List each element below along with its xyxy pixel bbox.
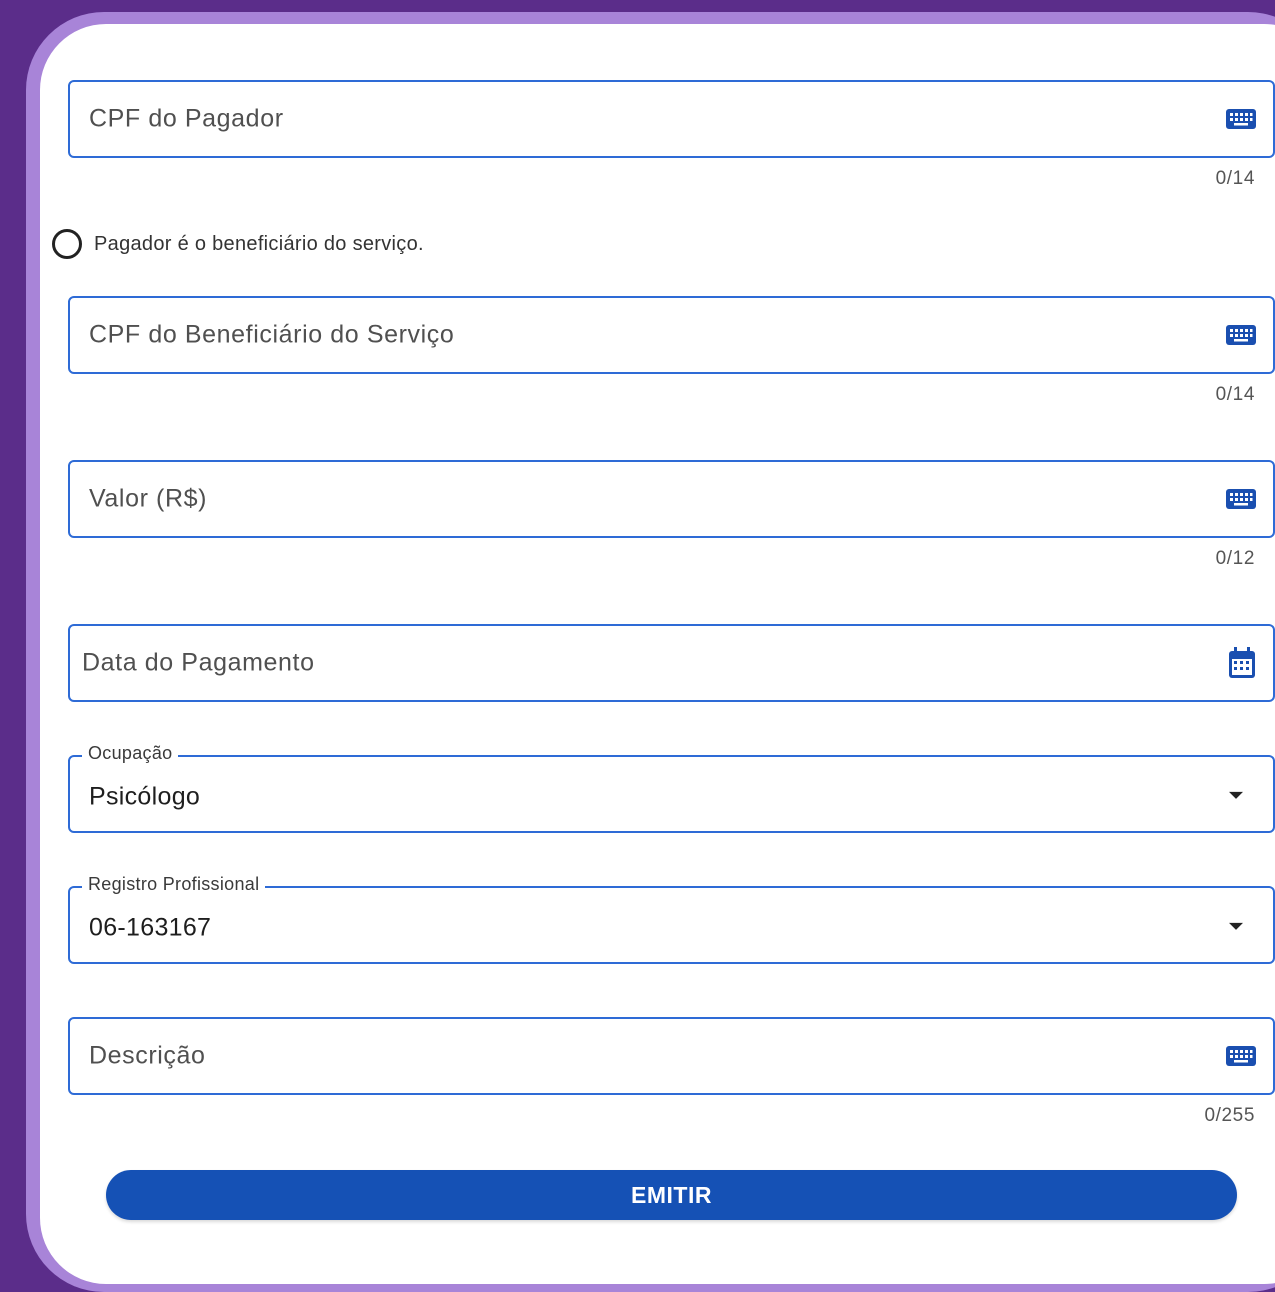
registro-profissional-select[interactable]: Registro Profissional 06-163167: [68, 874, 1275, 964]
dropdown-caret-icon[interactable]: [1229, 922, 1243, 930]
data-pagamento-field[interactable]: Data do Pagamento: [68, 624, 1275, 702]
calendar-icon[interactable]: [1227, 646, 1257, 680]
pagador-beneficiario-option[interactable]: Pagador é o beneficiário do serviço.: [52, 229, 424, 259]
keyboard-icon[interactable]: [1225, 485, 1257, 513]
data-pagamento-placeholder: Data do Pagamento: [82, 648, 315, 677]
descricao-placeholder: Descrição: [89, 1041, 206, 1070]
registro-profissional-value: 06-163167: [89, 913, 212, 942]
pagador-beneficiario-radio[interactable]: [52, 229, 82, 259]
cpf-pagador-placeholder: CPF do Pagador: [89, 104, 284, 133]
emitir-button[interactable]: EMITIR: [106, 1170, 1237, 1220]
cpf-beneficiario-placeholder: CPF do Beneficiário do Serviço: [89, 320, 455, 349]
dropdown-caret-icon[interactable]: [1229, 791, 1243, 799]
ocupacao-label: Ocupação: [82, 743, 179, 764]
valor-placeholder: Valor (R$): [89, 484, 208, 513]
ocupacao-value: Psicólogo: [89, 782, 201, 811]
valor-counter: 0/12: [1215, 548, 1255, 569]
valor-field[interactable]: Valor (R$): [68, 460, 1275, 538]
keyboard-icon[interactable]: [1225, 105, 1257, 133]
keyboard-icon[interactable]: [1225, 321, 1257, 349]
keyboard-icon[interactable]: [1225, 1042, 1257, 1070]
cpf-pagador-field[interactable]: CPF do Pagador: [68, 80, 1275, 158]
pagador-beneficiario-label: Pagador é o beneficiário do serviço.: [94, 232, 424, 255]
ocupacao-select[interactable]: Ocupação Psicólogo: [68, 743, 1275, 833]
registro-profissional-label: Registro Profissional: [82, 874, 266, 895]
cpf-beneficiario-counter: 0/14: [1215, 384, 1255, 405]
descricao-counter: 0/255: [1204, 1105, 1255, 1126]
descricao-field[interactable]: Descrição: [68, 1017, 1275, 1095]
cpf-beneficiario-field[interactable]: CPF do Beneficiário do Serviço: [68, 296, 1275, 374]
cpf-pagador-counter: 0/14: [1215, 168, 1255, 189]
